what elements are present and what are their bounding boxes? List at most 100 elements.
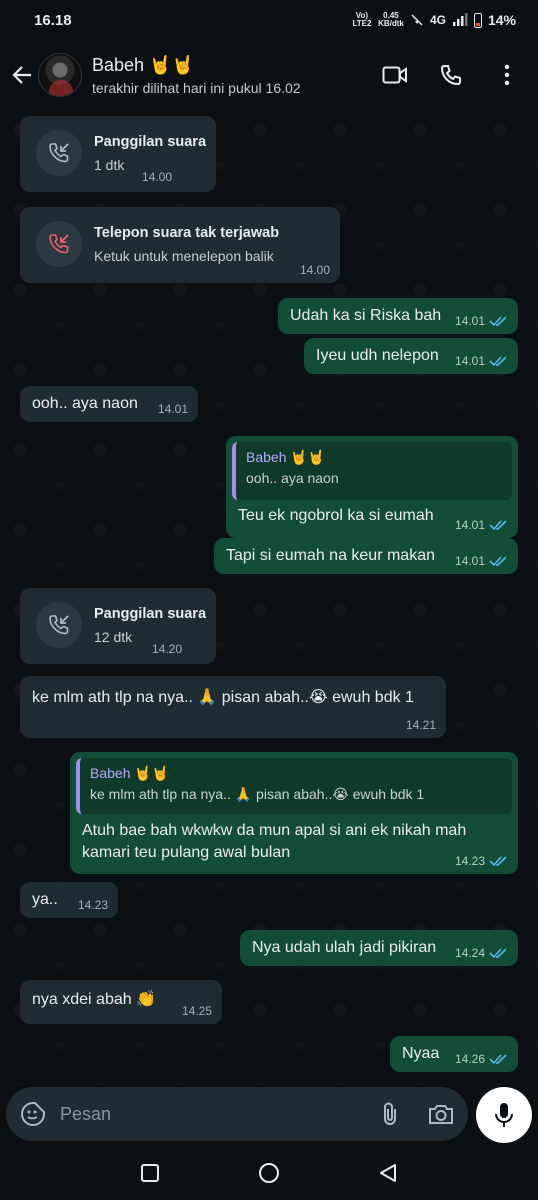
outgoing-message[interactable]: Nya udah ulah jadi pikiran 14.24 xyxy=(240,930,518,966)
quoted-message[interactable]: Babeh 🤘🤘 ke mlm ath tlp na nya.. 🙏 pisan… xyxy=(76,758,512,814)
more-options-icon[interactable] xyxy=(494,62,520,88)
message-time: 14.20 xyxy=(152,642,182,656)
back-icon[interactable] xyxy=(376,1161,400,1185)
outgoing-message[interactable]: Tapi si eumah na keur makan 14.01 xyxy=(214,538,518,574)
outgoing-reply-message[interactable]: Babeh 🤘🤘 ke mlm ath tlp na nya.. 🙏 pisan… xyxy=(70,752,518,874)
message-time: 14.24 xyxy=(455,946,508,960)
time-label: 14.01 xyxy=(157,402,188,416)
incoming-message[interactable]: ooh.. aya naon 14.01 xyxy=(20,386,198,422)
read-ticks-icon xyxy=(489,948,507,959)
message-time: 14.26 xyxy=(455,1052,508,1066)
message-time: 14.01 xyxy=(455,314,508,328)
incoming-message[interactable]: ya.. 14.23 xyxy=(20,882,118,918)
attach-icon[interactable] xyxy=(380,1101,400,1127)
message-time: 14.01 xyxy=(455,554,508,568)
call-log-bubble[interactable]: Panggilan suara 12 dtk 14.20 xyxy=(20,588,216,664)
call-subtitle: Ketuk untuk menelepon balik xyxy=(94,248,274,264)
read-ticks-icon xyxy=(489,556,507,567)
missed-call-bubble[interactable]: Telepon suara tak terjawab Ketuk untuk m… xyxy=(20,207,340,283)
time-label: 14.21 xyxy=(405,718,436,732)
outgoing-message[interactable]: Udah ka si Riska bah 14.01 xyxy=(278,298,518,334)
missed-call-icon xyxy=(36,221,82,267)
message-text: ya.. xyxy=(32,891,58,908)
read-ticks-icon xyxy=(489,856,507,867)
recents-icon[interactable] xyxy=(138,1161,162,1185)
call-duration: 1 dtk xyxy=(94,157,125,173)
status-indicators: Vo) LTE2 0,45 KB/dtk 4G 14% xyxy=(352,11,516,29)
message-text: nya xdei abah 👏 xyxy=(32,991,156,1008)
time-label: 14.01 xyxy=(454,518,485,532)
message-time: 14.00 xyxy=(300,263,330,277)
outgoing-reply-message[interactable]: Babeh 🤘🤘 ooh.. aya naon Teu ek ngobrol k… xyxy=(226,436,518,538)
voice-call-icon[interactable] xyxy=(438,62,464,88)
incoming-message[interactable]: ke mlm ath tlp na nya.. 🙏 pisan abah..😭 … xyxy=(20,676,446,738)
time-label: 14.01 xyxy=(454,554,485,568)
message-time: 14.01 xyxy=(455,518,508,532)
message-text: ooh.. aya naon xyxy=(32,395,138,412)
read-ticks-icon xyxy=(489,1054,507,1065)
signal-icon xyxy=(452,13,468,26)
message-text: ke mlm ath tlp na nya.. 🙏 pisan abah..😭 … xyxy=(32,689,414,706)
camera-icon[interactable] xyxy=(428,1103,454,1125)
message-text: Udah ka si Riska bah xyxy=(290,307,442,324)
system-navbar xyxy=(0,1145,538,1200)
mic-button[interactable] xyxy=(476,1087,532,1143)
message-time: 14.23 xyxy=(78,898,108,912)
wifi-off-icon xyxy=(411,14,423,26)
message-input[interactable]: Pesan xyxy=(6,1087,468,1141)
time-label: 14.23 xyxy=(454,854,485,868)
status-time: 16.18 xyxy=(34,11,72,29)
quoted-sender: Babeh 🤘🤘 xyxy=(90,765,170,781)
sticker-icon[interactable] xyxy=(20,1101,46,1127)
mic-icon xyxy=(495,1103,513,1127)
back-arrow-icon[interactable] xyxy=(8,61,36,89)
time-label: 14.01 xyxy=(454,314,485,328)
contact-info[interactable]: Babeh 🤘🤘 terakhir dilihat hari ini pukul… xyxy=(92,55,382,96)
time-label: 14.20 xyxy=(151,642,182,656)
video-call-icon[interactable] xyxy=(382,62,408,88)
avatar[interactable] xyxy=(38,53,82,97)
incoming-call-icon xyxy=(36,602,82,648)
composer-bar: Pesan xyxy=(0,1085,538,1145)
time-label: 14.24 xyxy=(454,946,485,960)
battery-icon xyxy=(473,12,482,28)
battery-percent: 14% xyxy=(487,12,516,28)
call-duration: 12 dtk xyxy=(94,629,133,645)
last-seen: terakhir dilihat hari ini pukul 16.02 xyxy=(92,79,301,96)
network-speed: 0,45 KB/dtk xyxy=(378,11,404,28)
time-label: 14.00 xyxy=(299,263,330,277)
outgoing-message[interactable]: Nyaa 14.26 xyxy=(390,1036,518,1072)
message-time: 14.25 xyxy=(182,1004,212,1018)
home-icon[interactable] xyxy=(257,1161,281,1185)
status-bar: 16.18 Vo) LTE2 0,45 KB/dtk 4G 14% xyxy=(0,0,538,40)
chat-area[interactable]: Panggilan suara 1 dtk 14.00 Telepon suar… xyxy=(0,110,538,1085)
quoted-sender: Babeh 🤘🤘 xyxy=(246,449,326,465)
call-title: Telepon suara tak terjawab xyxy=(94,225,280,241)
read-ticks-icon xyxy=(489,356,507,367)
message-time: 14.23 xyxy=(455,854,508,868)
message-text-line: kamari teu pulang awal bulan xyxy=(82,844,291,861)
outgoing-message[interactable]: Iyeu udh nelepon 14.01 xyxy=(304,338,518,374)
volte-indicator: Vo) LTE2 xyxy=(352,11,372,28)
time-label: 14.00 xyxy=(141,170,172,184)
message-placeholder: Pesan xyxy=(60,1103,112,1124)
message-text: Iyeu udh nelepon xyxy=(316,347,439,364)
time-label: 14.01 xyxy=(454,354,485,368)
message-text: Nya udah ulah jadi pikiran xyxy=(252,939,437,956)
time-label: 14.23 xyxy=(77,898,108,912)
message-time: 14.01 xyxy=(455,354,508,368)
time-label: 14.26 xyxy=(454,1052,485,1066)
quoted-text: ke mlm ath tlp na nya.. 🙏 pisan abah..😭 … xyxy=(90,786,425,802)
chat-header: Babeh 🤘🤘 terakhir dilihat hari ini pukul… xyxy=(0,40,538,110)
quoted-message[interactable]: Babeh 🤘🤘 ooh.. aya naon xyxy=(232,442,512,500)
message-text: Tapi si eumah na keur makan xyxy=(226,547,435,564)
incoming-message[interactable]: nya xdei abah 👏 14.25 xyxy=(20,980,222,1024)
message-text: Nyaa xyxy=(402,1045,440,1062)
message-time: 14.01 xyxy=(158,402,188,416)
call-title: Panggilan suara xyxy=(94,606,207,622)
call-log-bubble[interactable]: Panggilan suara 1 dtk 14.00 xyxy=(20,116,216,192)
quoted-text: ooh.. aya naon xyxy=(246,470,339,486)
incoming-call-icon xyxy=(36,130,82,176)
read-ticks-icon xyxy=(489,316,507,327)
contact-name: Babeh 🤘🤘 xyxy=(92,54,194,75)
